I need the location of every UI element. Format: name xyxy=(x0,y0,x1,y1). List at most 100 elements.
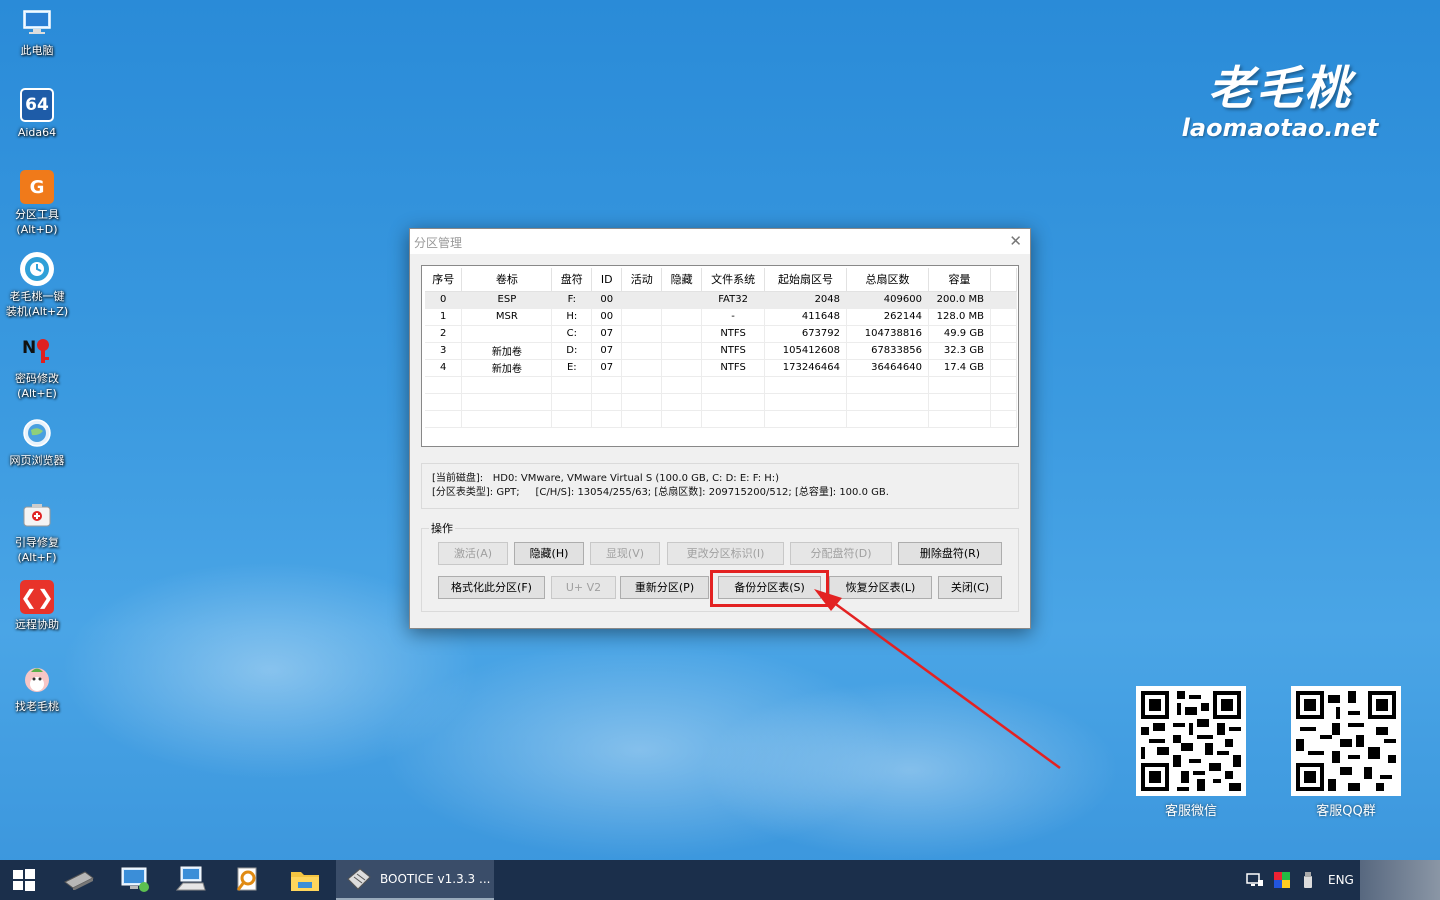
column-header[interactable]: 容量 xyxy=(928,268,991,292)
table-cell-filler xyxy=(990,359,1018,377)
change-id-button[interactable]: 更改分区标识(I) xyxy=(667,542,784,565)
desktop-icon-aida64[interactable]: 64 Aida64 xyxy=(4,88,70,140)
table-row[interactable]: 4 新加卷 E: 07 NTFS 173246464 36464640 17.4 GB xyxy=(425,359,1018,377)
table-cell xyxy=(701,376,766,394)
column-header[interactable]: 序号 xyxy=(425,268,463,292)
computer-icon xyxy=(20,6,54,40)
display-color-icon[interactable] xyxy=(1274,872,1290,888)
table-cell xyxy=(621,393,663,411)
table-cell xyxy=(928,410,991,428)
disk-drive-icon xyxy=(64,871,94,890)
remote-assist-icon: ❮❯ xyxy=(20,580,54,614)
install-icon xyxy=(20,252,54,286)
activate-button[interactable]: 激活(A) xyxy=(438,542,508,565)
repartition-button[interactable]: 重新分区(P) xyxy=(620,576,709,599)
qr-code xyxy=(1136,686,1246,796)
partition-table[interactable]: 序号 卷标 盘符 ID 活动 隐藏 文件系统 起始扇区号 总扇区数 容量 0 ES… xyxy=(421,265,1019,447)
column-header[interactable]: 盘符 xyxy=(551,268,593,292)
table-cell: NTFS xyxy=(701,359,766,377)
table-row[interactable]: 3 新加卷 D: 07 NTFS 105412608 67833856 32.3 GB xyxy=(425,342,1018,360)
taskbar-window-title: BOOTICE v1.3.3 ... xyxy=(380,872,491,886)
column-header[interactable]: 总扇区数 xyxy=(846,268,929,292)
desktop-icon-find-laomaotao[interactable]: 找老毛桃 xyxy=(4,662,70,714)
start-button[interactable] xyxy=(0,860,48,900)
table-cell: 00 xyxy=(591,291,623,309)
table-cell xyxy=(764,376,848,394)
boot-repair-icon xyxy=(20,498,54,532)
table-cell: 411648 xyxy=(764,308,848,326)
column-header[interactable]: 隐藏 xyxy=(661,268,703,292)
column-header[interactable]: 起始扇区号 xyxy=(764,268,848,292)
show-desktop-button[interactable] xyxy=(1360,860,1440,900)
wallpaper-cloud xyxy=(700,680,1120,860)
network-icon[interactable] xyxy=(1246,872,1264,888)
table-row[interactable]: 0 ESP F: 00 FAT32 2048 409600 200.0 MB xyxy=(425,291,1018,309)
table-cell xyxy=(461,325,553,343)
table-row-empty xyxy=(425,376,1018,394)
table-cell xyxy=(701,410,766,428)
table-cell: 67833856 xyxy=(846,342,929,360)
table-cell: F: xyxy=(551,291,593,309)
restore-partition-table-button[interactable]: 恢复分区表(L) xyxy=(829,576,932,599)
qr-wechat: 客服微信 xyxy=(1136,686,1246,819)
table-cell xyxy=(591,410,623,428)
table-cell xyxy=(621,342,663,360)
table-cell: NTFS xyxy=(701,342,766,360)
table-cell xyxy=(591,376,623,394)
usb-drive-icon[interactable] xyxy=(1302,871,1314,889)
table-cell xyxy=(621,410,663,428)
table-cell xyxy=(661,291,703,309)
taskbar-file-explorer[interactable] xyxy=(282,860,328,900)
column-header[interactable]: 活动 xyxy=(621,268,663,292)
column-header[interactable]: 文件系统 xyxy=(701,268,766,292)
table-cell xyxy=(928,376,991,394)
column-header[interactable]: ID xyxy=(591,268,623,292)
table-cell xyxy=(661,308,703,326)
table-cell: 00 xyxy=(591,308,623,326)
table-cell xyxy=(621,291,663,309)
operations-title: 操作 xyxy=(429,520,455,536)
input-language[interactable]: ENG xyxy=(1328,873,1354,887)
taskbar-search-tool[interactable] xyxy=(224,860,270,900)
current-disk-value: HD0: VMware, VMware Virtual S (100.0 GB,… xyxy=(492,473,780,484)
highlight-box xyxy=(710,570,829,607)
table-cell: 36464640 xyxy=(846,359,929,377)
partition-manager-dialog: 分区管理 ✕ 序号 卷标 盘符 ID 活动 隐藏 文件系统 起始扇区号 总扇区数… xyxy=(409,228,1031,629)
desktop-icon-boot-repair[interactable]: 引导修复 (Alt+F) xyxy=(4,498,70,565)
search-icon xyxy=(236,867,257,891)
table-cell: 07 xyxy=(591,359,623,377)
table-cell: 673792 xyxy=(764,325,848,343)
table-row[interactable]: 1 MSR H: 00 -411648 262144 128.0 MB xyxy=(425,308,1018,326)
taskbar-keyboard-tool[interactable] xyxy=(168,860,214,900)
table-row[interactable]: 2 C: 07 NTFS 673792 104738816 49.9 GB xyxy=(425,325,1018,343)
close-icon[interactable]: ✕ xyxy=(1009,232,1022,250)
table-cell: 128.0 MB xyxy=(928,308,991,326)
dialog-titlebar[interactable]: 分区管理 ✕ xyxy=(410,229,1030,254)
desktop-icon-computer[interactable]: 此电脑 xyxy=(4,6,70,58)
table-cell: C: xyxy=(551,325,593,343)
show-button[interactable]: 显现(V) xyxy=(590,542,660,565)
format-partition-button[interactable]: 格式化此分区(F) xyxy=(438,576,545,599)
hide-button[interactable]: 隐藏(H) xyxy=(514,542,584,565)
close-button[interactable]: 关闭(C) xyxy=(938,576,1002,599)
table-cell: 104738816 xyxy=(846,325,929,343)
table-cell-filler xyxy=(990,325,1018,343)
column-header[interactable]: 卷标 xyxy=(461,268,553,292)
uv2-button[interactable]: U+ V2 xyxy=(551,576,616,599)
taskbar-bootice-window[interactable]: BOOTICE v1.3.3 ... xyxy=(336,860,494,900)
taskbar-disk-tool[interactable] xyxy=(56,860,102,900)
browser-icon xyxy=(20,416,54,450)
desktop-icon-partition-tool[interactable]: G 分区工具 (Alt+D) xyxy=(4,170,70,237)
taskbar-system-tool[interactable] xyxy=(112,860,158,900)
logo-domain: laomaotao.net xyxy=(1181,114,1379,142)
delete-letter-button[interactable]: 删除盘符(R) xyxy=(898,542,1002,565)
table-cell: 409600 xyxy=(846,291,929,309)
desktop-icon-remote-assist[interactable]: ❮❯ 远程协助 xyxy=(4,580,70,632)
desktop-icon-browser[interactable]: 网页浏览器 xyxy=(4,416,70,468)
table-cell: 105412608 xyxy=(764,342,848,360)
desktop-icon-install[interactable]: 老毛桃一键 装机(Alt+Z) xyxy=(4,252,70,319)
desktop-icon-password[interactable]: N 密码修改 (Alt+E) xyxy=(4,334,70,401)
partition-type-label: [分区表类型]: xyxy=(432,487,494,498)
assign-letter-button[interactable]: 分配盘符(D) xyxy=(790,542,892,565)
table-cell: NTFS xyxy=(701,325,766,343)
